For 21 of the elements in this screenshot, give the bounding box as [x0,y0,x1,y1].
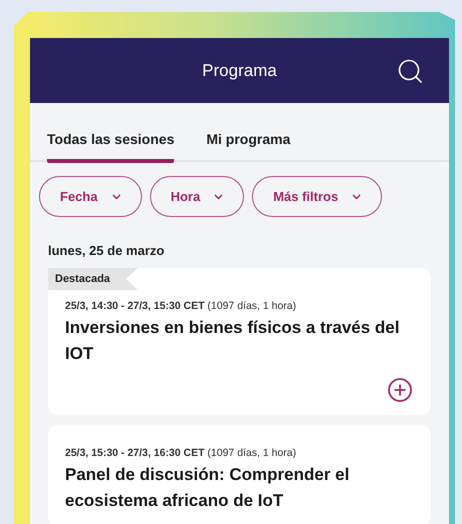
date-heading: lunes, 25 de marzo [47,242,166,258]
search-button[interactable] [397,58,423,84]
plus-circle-icon [387,377,413,403]
session-card[interactable]: Destacada 25/3, 14:30 - 27/3, 15:30 CET (1097 días, 1 hora) Inversiones en bienes físicos a través del IOT [48,268,431,415]
search-icon [397,58,423,84]
chevron-down-icon [112,194,121,200]
header-title: Programa [202,60,277,80]
session-title: Panel de discusión: Comprender el ecosistema africano de IoT [64,464,350,512]
session-time: 25/3, 14:30 - 27/3, 15:30 CET (1097 días, 1 hora) [64,299,298,312]
tab[interactable]: Mi programa [206,131,290,163]
filter-dropdown[interactable]: Hora [150,176,244,217]
filter-dropdown[interactable]: Fecha [39,176,142,217]
session-time: 25/3, 15:30 - 27/3, 16:30 CET (1097 días, 1 hora) [64,446,298,459]
session-title: Inversiones en bienes físicos a través del IOT [64,317,400,365]
chevron-down-icon [214,194,224,200]
session-card[interactable]: 25/3, 15:30 - 27/3, 16:30 CET (1097 días, 1 hora) Panel de discusión: Comprender el ecosistema africano de IoT [48,425,431,524]
filter-dropdown[interactable]: Más filtros [252,176,382,217]
add-button[interactable] [387,377,413,403]
featured-tag: Destacada [48,268,138,290]
chevron-down-icon [352,194,362,200]
tab[interactable]: Todas las sesiones [47,131,174,163]
